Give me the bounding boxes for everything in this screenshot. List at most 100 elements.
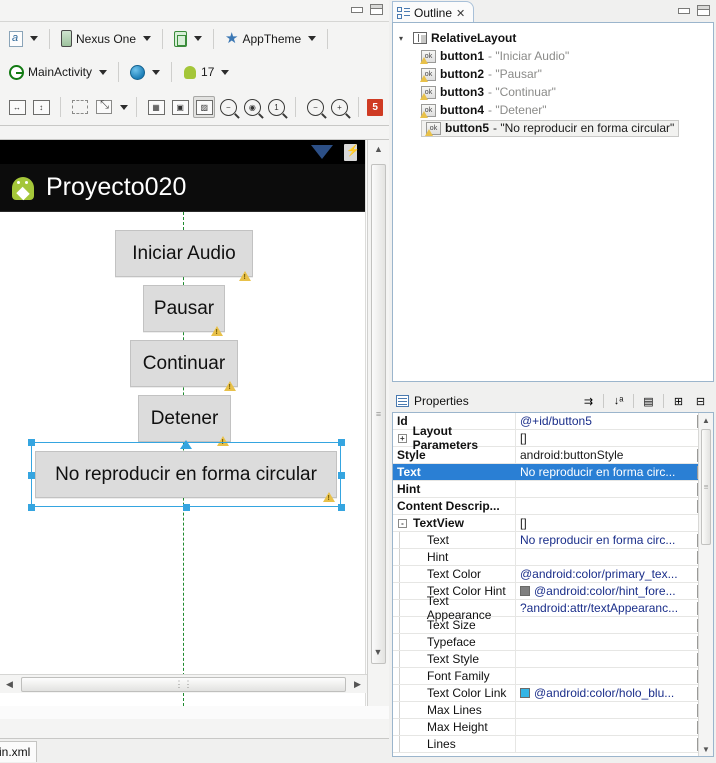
preview-button[interactable]: Continuar — [130, 340, 238, 387]
property-row[interactable]: Max Height… — [393, 719, 713, 736]
preview-button[interactable]: Detener — [138, 395, 231, 442]
maximize-icon[interactable] — [697, 5, 710, 16]
chevron-down-icon[interactable] — [152, 69, 161, 75]
zoom-actual-button[interactable]: 1 — [265, 96, 287, 118]
show-structure-button[interactable]: ▨ — [193, 96, 216, 118]
chevron-down-icon[interactable] — [143, 36, 152, 41]
property-value[interactable]: @android:color/hint_fore...… — [516, 583, 713, 599]
selection-handle[interactable] — [338, 504, 345, 511]
property-value[interactable]: … — [516, 617, 713, 633]
twisty-expanded-icon[interactable]: ▾ — [399, 34, 409, 43]
property-value[interactable]: @android:color/holo_blu...… — [516, 685, 713, 701]
outline-tree[interactable]: ▾ RelativeLayout ok button1 - "Iniciar Au… — [392, 22, 714, 382]
filter-icon[interactable]: ⇉ — [579, 393, 598, 410]
property-row[interactable]: Hint… — [393, 481, 713, 498]
selection-handle[interactable] — [28, 471, 35, 479]
outline-item-button1[interactable]: ok button1 - "Iniciar Audio" — [393, 47, 713, 65]
outline-item-button3[interactable]: ok button3 - "Continuar" — [393, 83, 713, 101]
minimize-icon[interactable] — [350, 5, 363, 15]
property-row[interactable]: Typeface… — [393, 634, 713, 651]
property-value[interactable]: [] — [516, 430, 713, 446]
zoom-out-fit-button[interactable]: − — [217, 96, 239, 118]
config-chooser-button[interactable] — [6, 29, 41, 49]
selection-handle[interactable] — [28, 439, 35, 446]
distribute-button[interactable] — [93, 96, 115, 118]
properties-table[interactable]: Id@+id/button5…+Layout Parameters[]Style… — [392, 412, 714, 757]
scroll-down-arrow-icon[interactable]: ▼ — [699, 742, 713, 756]
property-value[interactable]: ?android:attr/textAppearanc...… — [516, 600, 713, 616]
property-row[interactable]: - TextView [] — [393, 515, 713, 532]
match-width-button[interactable]: ↔ — [6, 96, 28, 118]
toggle-margins-button[interactable] — [69, 96, 91, 118]
outline-item-button5[interactable]: ok button5 - "No reproducir en forma circ… — [393, 119, 713, 137]
zoom-fit-button[interactable]: ◉ — [241, 96, 263, 118]
scroll-down-arrow-icon[interactable]: ▼ — [368, 643, 388, 660]
chevron-down-icon[interactable] — [308, 36, 317, 41]
property-value[interactable]: … — [516, 498, 713, 514]
layout-canvas[interactable]: Proyecto020 Iniciar Audio Pausar Continuar… — [0, 139, 389, 719]
minimize-icon[interactable] — [677, 6, 690, 16]
property-row[interactable]: Text Color Link @android:color/holo_blu..… — [393, 685, 713, 702]
property-value[interactable]: … — [516, 736, 713, 752]
chevron-down-icon[interactable] — [30, 36, 38, 41]
property-row[interactable]: Lines… — [393, 736, 713, 753]
scroll-right-arrow-icon[interactable]: ▶ — [348, 679, 367, 690]
preview-button[interactable]: Iniciar Audio — [115, 230, 253, 277]
property-value[interactable]: [] — [516, 515, 713, 531]
outline-overlay-button[interactable]: ▣ — [169, 96, 191, 118]
property-value[interactable]: … — [516, 702, 713, 718]
outline-item-button2[interactable]: ok button2 - "Pausar" — [393, 65, 713, 83]
collapse-icon[interactable]: - — [398, 518, 407, 528]
locale-selector[interactable] — [127, 63, 163, 82]
api-level-selector[interactable]: 17 — [180, 63, 232, 81]
property-row[interactable]: Text Size… — [393, 617, 713, 634]
property-row[interactable]: Text No reproducir en forma circ...… — [393, 532, 713, 549]
scroll-up-arrow-icon[interactable]: ▲ — [368, 140, 389, 157]
property-value[interactable]: … — [516, 719, 713, 735]
device-preview[interactable]: Proyecto020 Iniciar Audio Pausar Continuar… — [0, 140, 366, 706]
property-row[interactable]: Text Style… — [393, 651, 713, 668]
expand-all-icon[interactable]: ⊞ — [669, 393, 688, 410]
property-row[interactable]: Content Descrip...… — [393, 498, 713, 515]
orientation-selector[interactable] — [171, 29, 205, 49]
selection-handle[interactable] — [28, 504, 35, 511]
outline-item-button4[interactable]: ok button4 - "Detener" — [393, 101, 713, 119]
property-value[interactable]: … — [516, 481, 713, 497]
tab-layout-xml[interactable]: in.xml — [0, 741, 38, 762]
chevron-down-icon[interactable] — [120, 104, 129, 110]
lint-warning-badge[interactable]: 5 — [367, 98, 384, 116]
canvas-vertical-scrollbar[interactable]: ▲ ≡ ▼ — [367, 140, 389, 706]
selection-handle[interactable] — [183, 504, 190, 511]
property-value[interactable]: … — [516, 549, 713, 565]
horizontal-scroll-thumb[interactable]: ⋮⋮ — [21, 676, 346, 692]
collapse-all-icon[interactable]: ⊟ — [691, 393, 710, 410]
selection-handle[interactable] — [338, 439, 345, 446]
property-value[interactable]: @+id/button5… — [516, 413, 713, 429]
tree-root-node[interactable]: ▾ RelativeLayout — [393, 29, 713, 47]
properties-scroll-thumb[interactable]: ≡ — [701, 429, 711, 545]
property-value[interactable]: … — [516, 634, 713, 650]
property-row[interactable]: + Layout Parameters [] — [393, 424, 713, 452]
property-row[interactable]: Style android:buttonStyle… — [393, 447, 713, 464]
show-included-button[interactable]: ▦ — [145, 96, 167, 118]
horizontal-scroll-track[interactable]: ⋮⋮ — [19, 676, 348, 692]
tab-outline[interactable]: Outline ✕ — [392, 1, 475, 22]
selection-handle[interactable] — [338, 471, 345, 479]
property-row[interactable]: Text Color @android:color/primary_tex...… — [393, 566, 713, 583]
theme-selector[interactable]: ★ AppTheme — [222, 29, 319, 48]
property-row[interactable]: Text Appearance ?android:attr/textAppeara… — [393, 594, 713, 622]
property-row[interactable]: Max Lines… — [393, 702, 713, 719]
property-row[interactable]: Text No reproducir en forma circ...… — [393, 464, 713, 481]
maximize-icon[interactable] — [370, 4, 383, 15]
device-content-area[interactable]: Iniciar AudioPausarContinuarDetenerNo re… — [0, 212, 365, 706]
tab-properties[interactable]: Properties — [390, 394, 469, 408]
vertical-scroll-thumb[interactable]: ≡ — [371, 164, 386, 664]
chevron-down-icon[interactable] — [194, 36, 203, 41]
sort-alpha-icon[interactable]: ↓ᵃ — [609, 393, 628, 410]
match-height-button[interactable]: ↕ — [30, 96, 52, 118]
show-advanced-icon[interactable]: ▤ — [639, 393, 658, 410]
canvas-horizontal-scrollbar[interactable]: ◀ ⋮⋮ ▶ — [0, 674, 367, 693]
properties-scrollbar[interactable]: ▲ ≡ ▼ — [698, 413, 713, 756]
zoom-in-button[interactable]: + — [328, 96, 350, 118]
preview-button[interactable]: Pausar — [143, 285, 225, 332]
